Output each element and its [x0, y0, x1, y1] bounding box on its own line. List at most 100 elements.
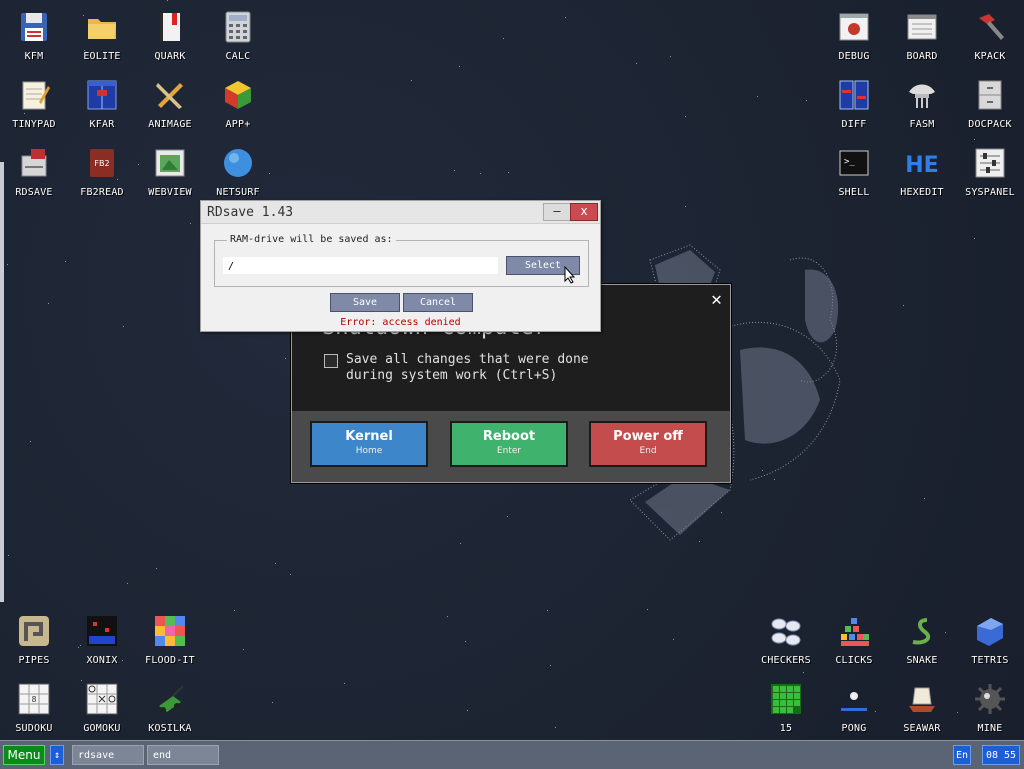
star	[636, 63, 637, 64]
desktop-icon-fifteen[interactable]: 15	[752, 672, 820, 740]
save-path-group-label: RAM-drive will be saved as:	[227, 234, 396, 245]
desktop-icon-app-plus[interactable]: APP+	[204, 68, 272, 136]
reboot-button[interactable]: Reboot Enter	[450, 421, 568, 467]
star	[454, 170, 455, 171]
file-manager-icon	[85, 78, 119, 112]
icon-label: NETSURF	[216, 187, 260, 198]
desktop-icon-snake[interactable]: SNAKE	[888, 604, 956, 672]
minimize-button[interactable]: –	[543, 203, 571, 221]
desktop-icon-flood-it[interactable]: FLOOD-IT	[136, 604, 204, 672]
star	[123, 326, 124, 327]
kernel-button-key: Home	[355, 446, 383, 456]
desktop-icon-mine[interactable]: MINE	[956, 672, 1024, 740]
taskbar: Menu ↕ rdsave end En 08 55	[0, 740, 1024, 769]
icon-label: 15	[779, 723, 793, 734]
lawnmower-icon	[153, 682, 187, 716]
svg-text:8: 8	[32, 695, 37, 704]
pong-icon	[837, 682, 871, 716]
icon-label: HEXEDIT	[900, 187, 944, 198]
desktop-icon-syspanel[interactable]: SYSPANEL	[956, 136, 1024, 204]
power-off-button[interactable]: Power off End	[589, 421, 707, 467]
icon-label: SYSPANEL	[965, 187, 1015, 198]
desktop-icon-kosilka[interactable]: KOSILKA	[136, 672, 204, 740]
star	[190, 223, 191, 224]
browser-window-icon	[153, 146, 187, 180]
floppy-icon	[17, 10, 51, 44]
star	[447, 616, 448, 617]
desktop-icon-netsurf[interactable]: NETSURF	[204, 136, 272, 204]
left-edge-bar	[0, 162, 4, 602]
desktop-icon-gomoku[interactable]: GOMOKU	[68, 672, 136, 740]
desktop-icon-docpack[interactable]: DOCPACK	[956, 68, 1024, 136]
icon-label: PONG	[841, 723, 867, 734]
desktop-icon-fasm[interactable]: FASM	[888, 68, 956, 136]
cancel-button[interactable]: Cancel	[403, 293, 473, 312]
taskbar-item-end[interactable]: end	[147, 745, 219, 765]
save-path-input[interactable]: /	[223, 257, 498, 274]
desktop-icon-debug[interactable]: DEBUG	[820, 0, 888, 68]
icon-label: DIFF	[841, 119, 867, 130]
star	[275, 563, 276, 564]
close-icon[interactable]: ✕	[711, 289, 722, 310]
desktop-icon-diff[interactable]: DIFF	[820, 68, 888, 136]
icon-label: TINYPAD	[12, 119, 56, 130]
desktop-icon-seawar[interactable]: SEAWAR	[888, 672, 956, 740]
fifteen-puzzle-icon	[769, 682, 803, 716]
mine-icon	[973, 682, 1007, 716]
desktop-icon-animage[interactable]: ANIMAGE	[136, 68, 204, 136]
desktop-icon-pipes[interactable]: PIPES	[0, 604, 68, 672]
desktop-icon-eolite[interactable]: EOLITE	[68, 0, 136, 68]
desktop-icon-quark[interactable]: QUARK	[136, 0, 204, 68]
desktop: KFM EOLITE QUARK CALC TINYPAD KFAR ANIMA…	[0, 0, 1024, 740]
pencil-ruler-icon	[153, 78, 187, 112]
star	[647, 609, 648, 610]
icon-label: BOARD	[906, 51, 938, 62]
desktop-icon-kfar[interactable]: KFAR	[68, 68, 136, 136]
desktop-icon-tetris[interactable]: TETRIS	[956, 604, 1024, 672]
star	[508, 172, 509, 173]
star	[344, 683, 345, 684]
taskbar-item-rdsave[interactable]: rdsave	[72, 745, 144, 765]
star	[7, 264, 8, 265]
desktop-icon-webview[interactable]: WEBVIEW	[136, 136, 204, 204]
star	[670, 56, 671, 57]
desktop-icon-rdsave[interactable]: RDSAVE	[0, 136, 68, 204]
desktop-icon-kpack[interactable]: KPACK	[956, 0, 1024, 68]
menu-button[interactable]: Menu	[3, 745, 45, 765]
close-button[interactable]: x	[570, 203, 598, 221]
kernel-button[interactable]: Kernel Home	[310, 421, 428, 467]
desktop-icon-tinypad[interactable]: TINYPAD	[0, 68, 68, 136]
star	[507, 516, 508, 517]
star	[272, 702, 273, 703]
star	[757, 96, 758, 97]
icon-label: RDSAVE	[15, 187, 53, 198]
icon-label: KPACK	[974, 51, 1006, 62]
desktop-icon-shell[interactable]: >_ SHELL	[820, 136, 888, 204]
desktop-icon-calc[interactable]: CALC	[204, 0, 272, 68]
desktop-icon-board[interactable]: BOARD	[888, 0, 956, 68]
desktop-icon-clicks[interactable]: CLICKS	[820, 604, 888, 672]
star	[547, 610, 548, 611]
desktop-icon-checkers[interactable]: CHECKERS	[752, 604, 820, 672]
icon-label: SNAKE	[906, 655, 938, 666]
desktop-icon-kfm[interactable]: KFM	[0, 0, 68, 68]
star	[156, 568, 157, 569]
language-indicator[interactable]: En	[953, 745, 971, 765]
desktop-icon-fb2read[interactable]: FB2 FB2READ	[68, 136, 136, 204]
star	[685, 206, 686, 207]
diff-icon	[837, 78, 871, 112]
star	[806, 100, 807, 101]
desktop-icon-sudoku[interactable]: 8 SUDOKU	[0, 672, 68, 740]
desktop-icon-pong[interactable]: PONG	[820, 672, 888, 740]
star	[127, 583, 128, 584]
switch-icon[interactable]: ↕	[50, 745, 64, 765]
icon-label: MINE	[977, 723, 1003, 734]
rdsave-titlebar[interactable]: RDsave 1.43 – x	[201, 201, 600, 224]
save-button[interactable]: Save	[330, 293, 400, 312]
desktop-icon-hexedit[interactable]: HE HEXEDIT	[888, 136, 956, 204]
save-changes-checkbox[interactable]	[324, 354, 338, 368]
desktop-icon-xonix[interactable]: XONIX	[68, 604, 136, 672]
svg-text:FB2: FB2	[94, 159, 109, 168]
clock[interactable]: 08 55	[982, 745, 1020, 765]
color-grid-icon	[153, 614, 187, 648]
